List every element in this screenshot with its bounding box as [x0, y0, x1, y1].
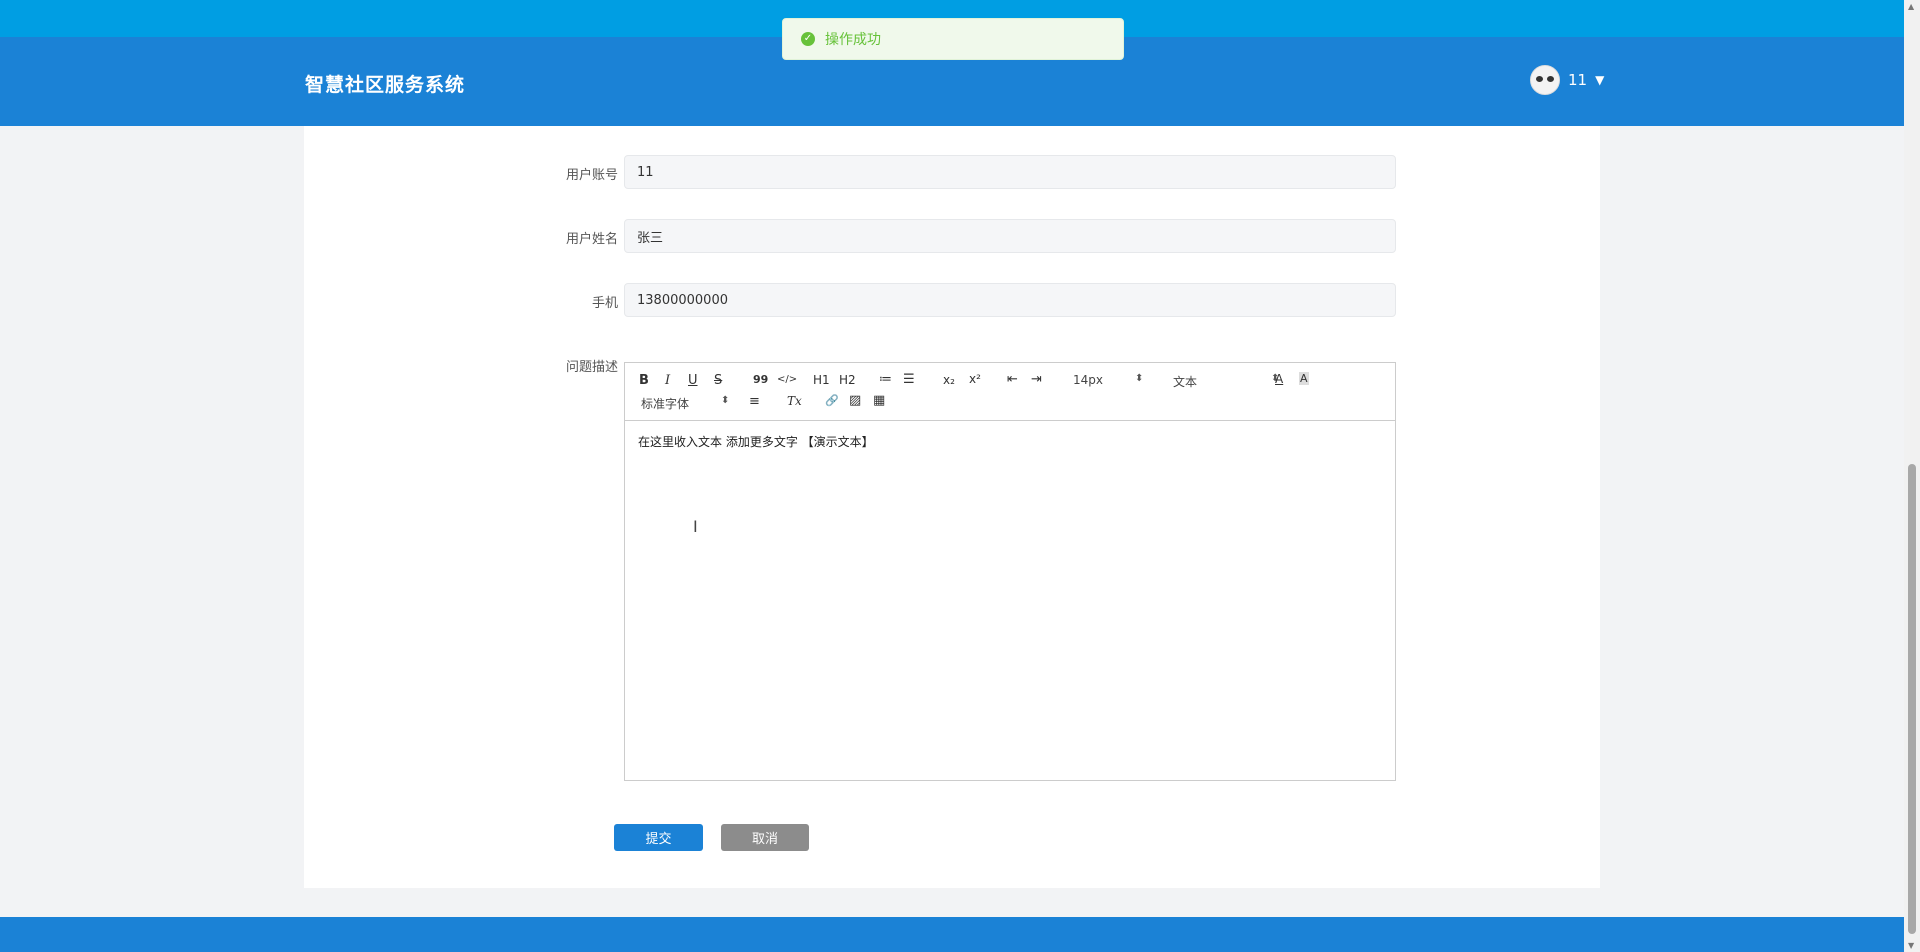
success-toast: ✓ 操作成功	[782, 18, 1124, 60]
user-menu[interactable]: 11 ▼	[1530, 65, 1604, 95]
picker-arrow-icon: ⬍	[721, 395, 730, 406]
caret-down-icon[interactable]: ▼	[1595, 73, 1604, 87]
name-value: 张三	[637, 230, 664, 246]
phone-label: 手机	[591, 296, 618, 311]
link-icon[interactable]: 🔗	[825, 394, 839, 407]
header-picker[interactable]: 文本 ⬍	[1173, 373, 1279, 390]
toast-message: 操作成功	[825, 32, 881, 48]
h1-button[interactable]: H1	[813, 373, 830, 387]
indent-button[interactable]: ⇥	[1031, 372, 1042, 387]
description-label: 问题描述	[565, 360, 618, 375]
scrollbar-thumb[interactable]	[1908, 464, 1916, 934]
outdent-button[interactable]: ⇤	[1007, 372, 1018, 387]
blockquote-button[interactable]: 99	[753, 373, 768, 386]
font-family-value: 标准字体	[641, 397, 690, 411]
text-color-icon[interactable]: A	[1275, 372, 1283, 386]
font-size-picker[interactable]: 14px ⬍	[1073, 373, 1143, 387]
background-color-icon[interactable]: A	[1299, 372, 1309, 385]
phone-input[interactable]: 13800000000	[624, 283, 1396, 317]
editor-text: 在这里收入文本 添加更多文字 【演示文本】	[638, 435, 874, 449]
code-button[interactable]: </>	[777, 374, 797, 385]
account-label: 用户账号	[565, 168, 618, 183]
text-cursor-icon: I	[693, 517, 698, 536]
name-label: 用户姓名	[565, 232, 618, 247]
strike-button[interactable]: S	[714, 373, 722, 388]
bold-button[interactable]: B	[639, 373, 649, 388]
subscript-button[interactable]: x₂	[943, 373, 955, 387]
page-scrollbar[interactable]: ▲ ▼	[1904, 0, 1920, 952]
submit-button[interactable]: 提交	[614, 824, 703, 851]
user-name[interactable]: 11	[1568, 71, 1587, 89]
app-footer	[0, 917, 1904, 952]
align-left-icon[interactable]: ≡	[749, 394, 760, 409]
header-picker-value: 文本	[1173, 375, 1198, 389]
video-icon[interactable]: ▦	[873, 393, 885, 408]
superscript-button[interactable]: x²	[969, 372, 981, 386]
font-family-picker[interactable]: 标准字体 ⬍	[641, 395, 729, 412]
underline-button[interactable]: U	[688, 373, 698, 388]
font-size-value: 14px	[1073, 373, 1103, 387]
avatar[interactable]	[1530, 65, 1560, 95]
bullet-list-button[interactable]: ☰	[903, 372, 915, 387]
check-circle-icon: ✓	[801, 32, 815, 46]
editor-toolbar: B I U S 99 </> H1 H2 ≔ ☰ x₂ x² ⇤ ⇥ 14px …	[625, 363, 1395, 421]
phone-value: 13800000000	[637, 292, 728, 308]
account-input[interactable]: 11	[624, 155, 1396, 189]
clear-format-icon[interactable]: Tx	[787, 394, 802, 408]
scroll-down-icon[interactable]: ▼	[1908, 941, 1914, 950]
name-input[interactable]: 张三	[624, 219, 1396, 253]
italic-button[interactable]: I	[665, 373, 670, 388]
ordered-list-button[interactable]: ≔	[879, 372, 892, 387]
cancel-button[interactable]: 取消	[721, 824, 809, 851]
image-icon[interactable]: ▨	[849, 393, 861, 408]
editor-content[interactable]: 在这里收入文本 添加更多文字 【演示文本】	[625, 421, 1395, 462]
picker-arrow-icon: ⬍	[1135, 373, 1144, 384]
account-value: 11	[637, 164, 654, 180]
app-title: 智慧社区服务系统	[305, 74, 466, 96]
rich-text-editor: B I U S 99 </> H1 H2 ≔ ☰ x₂ x² ⇤ ⇥ 14px …	[624, 362, 1396, 781]
scroll-up-icon[interactable]: ▲	[1908, 2, 1914, 11]
h2-button[interactable]: H2	[839, 373, 856, 387]
